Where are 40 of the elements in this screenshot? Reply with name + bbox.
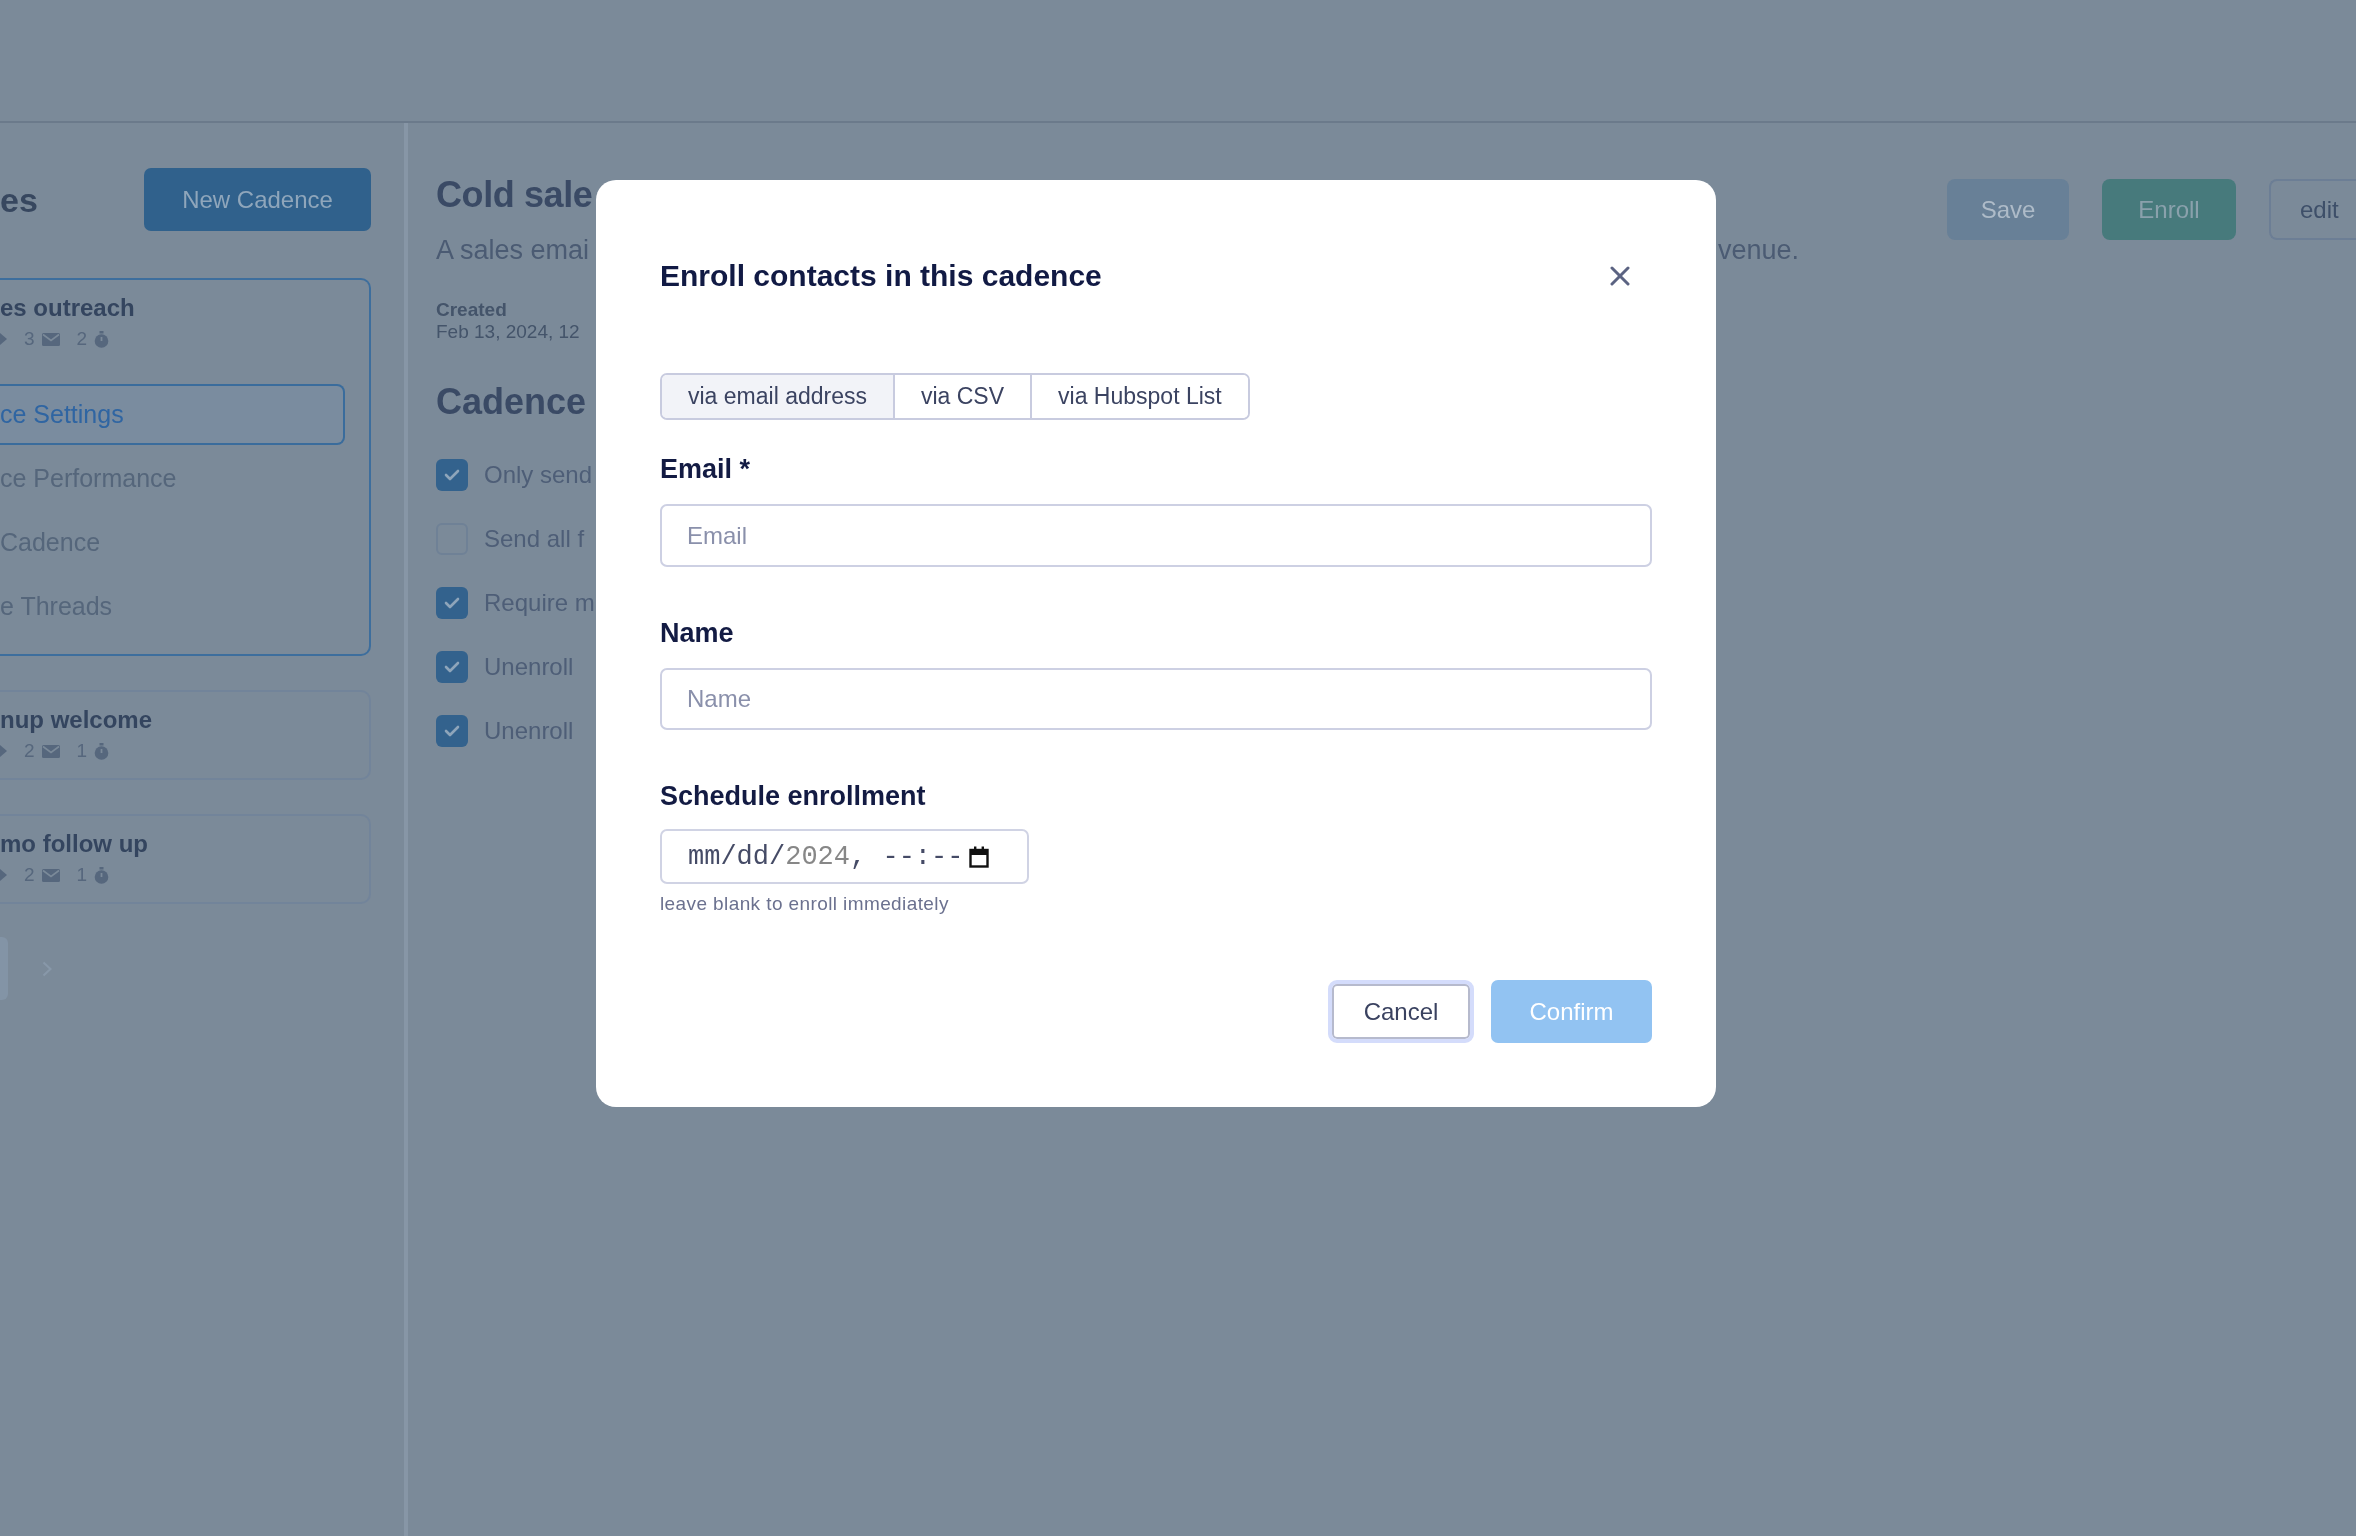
mail-icon — [41, 744, 60, 758]
checkmark-icon — [444, 725, 460, 737]
edit-button[interactable]: edit — [2269, 179, 2356, 240]
field-hint: leave blank to enroll immediately — [660, 892, 949, 916]
checkmark-icon — [444, 661, 460, 673]
field-label: Email * — [660, 453, 751, 487]
calendar-icon[interactable] — [969, 845, 990, 868]
checkmark-icon — [444, 469, 460, 481]
settings-heading: Cadence — [436, 380, 587, 424]
checkbox[interactable] — [436, 459, 468, 491]
arrow-icon — [0, 869, 7, 881]
checkbox[interactable] — [436, 587, 468, 619]
new-cadence-button[interactable]: New Cadence — [144, 168, 371, 231]
dialog-title: Enroll contacts in this cadence — [660, 258, 1102, 293]
arrow-icon — [0, 745, 7, 757]
cadence-name: nup welcome — [0, 705, 153, 735]
cadence-title: Cold sale — [436, 173, 593, 217]
checkbox[interactable] — [436, 715, 468, 747]
email-field[interactable]: Email — [660, 504, 1652, 567]
mail-icon — [41, 332, 60, 346]
menu-item[interactable]: ce Settings — [0, 384, 345, 445]
stopwatch-icon — [94, 866, 110, 884]
cadence-name: mo follow up — [0, 829, 148, 859]
cadence-name: es outreach — [0, 293, 135, 323]
stopwatch-icon — [94, 330, 110, 348]
close-icon[interactable] — [1610, 265, 1630, 286]
field-label: Name — [660, 616, 734, 650]
arrow-icon — [0, 333, 7, 345]
stopwatch-icon — [94, 742, 110, 760]
checkbox[interactable] — [436, 651, 468, 683]
checkmark-icon — [444, 597, 460, 609]
sidebar-title: es — [0, 179, 38, 220]
cancel-button[interactable]: Cancel — [1328, 980, 1474, 1043]
enroll-button[interactable]: Enroll — [2102, 179, 2236, 240]
field-label: Schedule enrollment — [660, 780, 926, 814]
tab[interactable]: via email address — [662, 374, 895, 419]
created-label: Created — [436, 299, 507, 321]
text-field[interactable]: Name — [660, 667, 1652, 731]
mail-icon — [41, 868, 60, 882]
date-time-field[interactable]: mm/dd/2024, --:-- — [660, 829, 1029, 884]
